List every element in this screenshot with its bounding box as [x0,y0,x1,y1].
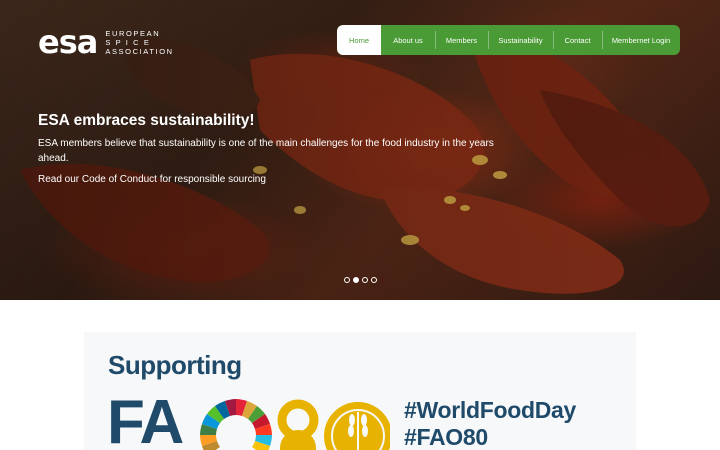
slider-dot[interactable] [362,277,368,283]
hero-slider: esa EUROPEAN S P I C E ASSOCIATION Home … [0,0,720,300]
main-nav: Home About us Members Sustainability Con… [337,25,680,55]
hashtag-fao80: #FAO80 [404,424,488,450]
slider-dot[interactable] [371,277,377,283]
nav-item-home[interactable]: Home [337,25,381,55]
slider-dot[interactable] [344,277,350,283]
nav-item-sustainability[interactable]: Sustainability [488,25,553,55]
fao-80-emblem-icon [277,399,390,450]
logo-line-european: EUROPEAN [105,28,161,38]
hero-title: ESA embraces sustainability! [38,112,255,129]
logo-line-spice: S P I C E [105,37,151,47]
nav-item-contact[interactable]: Contact [553,25,602,55]
hero-text: ESA members believe that sustainability … [38,138,494,164]
esa-logo[interactable]: esa EUROPEAN S P I C E ASSOCIATION [38,26,174,58]
logo-wordmark: EUROPEAN S P I C E ASSOCIATION [105,29,173,56]
slider-dots [344,277,377,283]
code-of-conduct-link[interactable]: Read our Code of Conduct for responsible… [38,174,266,185]
logo-line-association: ASSOCIATION [105,46,174,56]
nav-item-members[interactable]: Members [435,25,488,55]
fao-logo-letters: FA [107,388,184,450]
sdg-wheel-icon [200,399,272,450]
nav-item-membernet-login[interactable]: Membernet Login [602,25,680,55]
banner-supporting-heading: Supporting [108,350,242,380]
logo-mark: esa [38,23,98,61]
slider-dot-active[interactable] [353,277,359,283]
hashtag-world-food-day: #WorldFoodDay [404,397,577,423]
nav-item-about-us[interactable]: About us [381,25,435,55]
